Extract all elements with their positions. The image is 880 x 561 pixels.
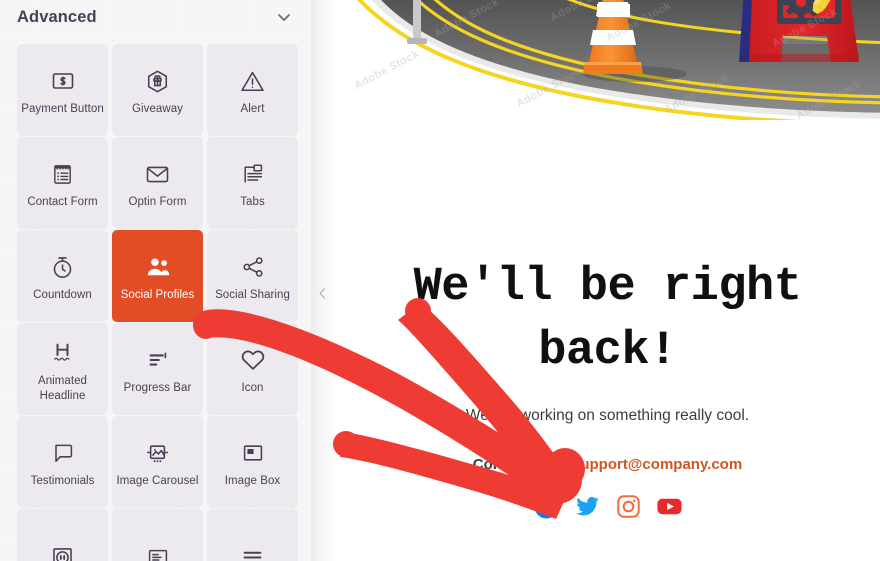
widget-tile-label: Contact Form [27,196,98,209]
widget-tile-testimonials[interactable]: Testimonials [17,416,108,508]
widget-tile-social-sharing[interactable]: Social Sharing [207,230,298,322]
instagram-icon[interactable] [616,494,641,519]
widget-tile-countdown[interactable]: Countdown [17,230,108,322]
social-sharing-icon [241,252,265,282]
social-profiles-icon [145,252,171,282]
youtube-icon[interactable] [656,494,682,519]
contact-form-icon [51,159,74,189]
widget-tile-label: Payment Button [21,103,104,116]
widget-tile-icon[interactable]: Icon [207,323,298,415]
hero-construction-image: Adobe Stock Adobe Stock Adobe Stock Adob… [335,0,880,120]
heart-icon [240,345,266,375]
widget-tile-label: Progress Bar [123,382,192,395]
widget-tile-menu[interactable] [207,509,298,561]
giveaway-icon [145,66,170,96]
widget-tile-giveaway[interactable]: Giveaway [112,44,203,136]
widget-tile-call-to-action[interactable] [112,509,203,561]
animated-headline-icon [50,338,75,368]
payment-button-icon [51,66,75,96]
widget-tile-animated-headline[interactable]: Animated Headline [17,323,108,415]
advanced-section-header[interactable]: Advanced [0,0,311,34]
social-profiles-row [335,494,880,519]
twitter-icon[interactable] [575,494,600,519]
widget-tile-progress-bar[interactable]: Progress Bar [112,323,203,415]
menu-icon [240,542,265,561]
tabs-icon [241,159,265,189]
widget-tile-payment-button[interactable]: Payment Button [17,44,108,136]
maintenance-subtext: We are working on something really cool. [465,406,750,424]
optin-form-icon [145,159,170,189]
widget-tile-label: Social Sharing [215,289,290,302]
alert-icon [240,66,265,96]
chevron-down-icon[interactable] [275,8,293,26]
maintenance-headline: We'll be right back! [335,256,880,384]
facebook-icon[interactable] [534,494,559,519]
widget-tile-tabs[interactable]: Tabs [207,137,298,229]
socket-icon [50,542,75,561]
widget-tile-label: Social Profiles [120,289,195,302]
countdown-icon [50,252,75,282]
page-preview-canvas: Adobe Stock Adobe Stock Adobe Stock Adob… [335,0,880,561]
headline-line-2: back! [538,324,677,378]
progress-bar-icon [146,345,170,375]
widget-tile-label: Countdown [33,289,92,302]
chevron-left-icon[interactable] [314,283,331,303]
widget-tile-contact-form[interactable]: Contact Form [17,137,108,229]
widget-tile-optin-form[interactable]: Optin Form [112,137,203,229]
widgets-sidebar: Advanced Payment Button Giveaway Alert Cont… [0,0,311,561]
panel-divider [311,0,335,561]
widget-tile-label: Tabs [240,196,265,209]
app-root: Advanced Payment Button Giveaway Alert Cont… [0,0,880,561]
widget-tile-grid: Payment Button Giveaway Alert Contact Form O… [17,44,298,561]
contact-prefix: Contact us at [472,455,568,473]
widget-tile-alert[interactable]: Alert [207,44,298,136]
maintenance-message: We'll be right back! We are working on s… [335,120,880,519]
widget-tile-image-carousel[interactable]: Image Carousel [112,416,203,508]
headline-line-1: We'll be right [413,261,802,314]
widget-tile-label: Alert [240,103,265,116]
page-title: Advanced [17,7,97,26]
widget-tile-label: Giveaway [132,103,183,116]
image-box-icon [241,438,265,468]
contact-line: Contact us at support@company.com [335,456,880,473]
widget-tile-label: Testimonials [30,475,95,488]
widget-tile-image-box[interactable]: Image Box [207,416,298,508]
widget-tile-label: Image Box [224,475,281,488]
widget-tile-social-profiles[interactable]: Social Profiles [112,230,203,322]
call-to-action-icon [146,542,170,561]
widget-tile-label: Optin Form [128,196,187,209]
widget-tile-label: Animated Headline [38,374,87,402]
image-carousel-icon [145,438,170,468]
support-email-link[interactable]: support@company.com [572,456,742,473]
widget-tile-label: Icon [241,382,264,395]
testimonials-icon [51,438,75,468]
widget-tile-socket[interactable] [17,509,108,561]
widget-tile-label: Image Carousel [116,475,199,488]
